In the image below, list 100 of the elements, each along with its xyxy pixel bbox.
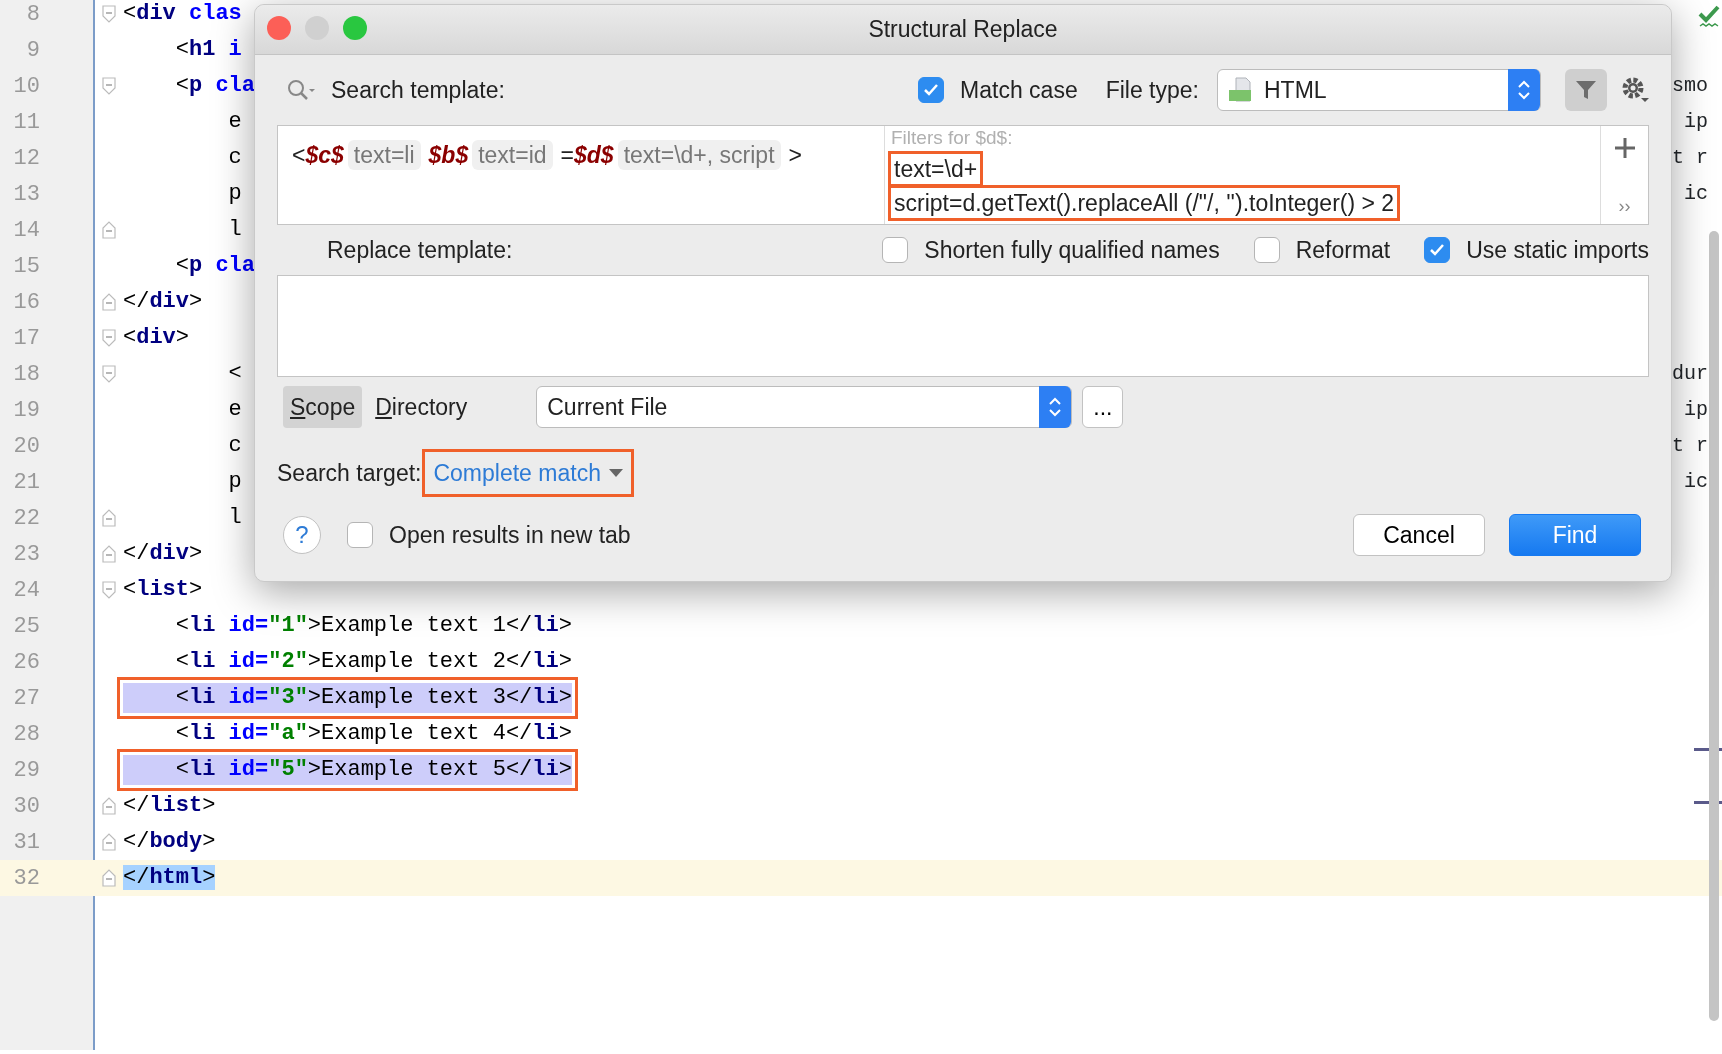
checkbox[interactable] — [1253, 237, 1280, 263]
code-fragment: dur — [1672, 361, 1708, 387]
line-number: 23 — [12, 540, 40, 569]
filter-button[interactable] — [1565, 69, 1607, 111]
scope-tab[interactable]: Scope — [283, 385, 363, 429]
line-number: 13 — [12, 180, 40, 209]
code-line: <div clas — [123, 0, 242, 28]
code-line: <h1 i — [174, 36, 242, 64]
fold-marker-icon[interactable] — [102, 833, 116, 851]
line-number: 31 — [12, 828, 40, 857]
filter-icon — [1575, 79, 1597, 101]
line-number: 14 — [12, 216, 40, 245]
code-line: c — [227, 144, 242, 172]
checkmark-icon — [923, 83, 940, 97]
line-number: 19 — [12, 396, 40, 425]
stepper-icon — [1516, 79, 1532, 101]
checkmark-icon — [1429, 243, 1446, 257]
fold-marker-icon[interactable] — [102, 221, 116, 239]
find-button[interactable]: Find — [1509, 514, 1641, 556]
code-line: <p cla — [174, 72, 256, 100]
line-number: 22 — [12, 504, 40, 533]
line-number: 17 — [12, 324, 40, 353]
code-line: </list> — [123, 792, 216, 820]
window-title: Structural Replace — [868, 15, 1058, 45]
file-type-dropdown[interactable]: HTML — [1217, 69, 1541, 111]
code-line: < — [227, 360, 242, 388]
cancel-button[interactable]: Cancel — [1353, 514, 1485, 556]
line-number: 10 — [12, 72, 40, 101]
code-line: p — [227, 180, 242, 208]
checkbox-label: Open results in new tab — [389, 520, 631, 550]
field-label: Search template: — [331, 75, 505, 105]
line-number: 27 — [12, 684, 40, 713]
checkbox-label: Shorten fully qualified names — [924, 235, 1220, 265]
checkbox[interactable] — [347, 522, 373, 548]
line-number: 18 — [12, 360, 40, 389]
line-number: 26 — [12, 648, 40, 677]
search-icon[interactable] — [287, 79, 315, 101]
field-label: Search target: — [277, 458, 422, 488]
scope-dropdown[interactable]: Current File — [536, 386, 1073, 428]
checkmark-icon — [1698, 4, 1720, 28]
fold-marker-icon[interactable] — [102, 581, 116, 599]
fold-marker-icon[interactable] — [102, 5, 116, 23]
line-number: 16 — [12, 288, 40, 317]
code-line: e — [227, 108, 242, 136]
fold-marker-icon[interactable] — [102, 869, 116, 887]
code-fragment: ip — [1684, 109, 1708, 135]
line-number: 9 — [25, 36, 40, 65]
checkbox-label: Match case — [960, 75, 1078, 105]
code-line: l — [227, 216, 242, 244]
replace-template-field[interactable] — [277, 275, 1649, 377]
code-line: l — [227, 504, 242, 532]
zoom-window-button[interactable] — [343, 16, 367, 40]
code-fragment: t r — [1672, 145, 1708, 171]
checkbox-label: Reformat — [1295, 235, 1391, 265]
code-fragment: ic — [1684, 469, 1708, 495]
line-number: 8 — [25, 0, 40, 29]
settings-icon[interactable] — [1621, 76, 1649, 104]
line-number: 21 — [12, 468, 40, 497]
code-line: <p cla — [174, 252, 256, 280]
checkbox[interactable] — [918, 77, 945, 103]
code-fragment: t r — [1672, 433, 1708, 459]
html-file-icon — [1228, 77, 1252, 103]
minimize-window-button[interactable] — [305, 16, 329, 40]
code-line: <li id="a">Example text 4</li> — [174, 720, 572, 748]
code-line: p — [227, 468, 242, 496]
close-window-button[interactable] — [267, 16, 291, 40]
code-fragment: ip — [1684, 397, 1708, 423]
scrollbar-thumb[interactable] — [1709, 231, 1719, 1021]
code-line: c — [227, 432, 242, 460]
line-number: 11 — [12, 108, 40, 137]
checkbox[interactable] — [1424, 237, 1451, 263]
line-number: 28 — [12, 720, 40, 749]
checkbox-label: Use static imports — [1466, 235, 1649, 265]
fold-marker-icon[interactable] — [102, 797, 116, 815]
code-line: </div> — [123, 288, 203, 316]
fold-marker-icon[interactable] — [102, 365, 116, 383]
browse-button[interactable]: ... — [1082, 386, 1124, 428]
line-number: 20 — [12, 432, 40, 461]
search-target-dropdown[interactable]: Complete match — [429, 455, 627, 491]
code-fragment: ic — [1684, 181, 1708, 207]
code-fragment: smo — [1672, 73, 1708, 99]
line-number: 25 — [12, 612, 40, 641]
help-button[interactable]: ? — [283, 516, 321, 554]
code-line: <li id="1">Example text 1</li> — [174, 612, 572, 640]
code-line: <li id="2">Example text 2</li> — [174, 648, 572, 676]
line-number: 30 — [12, 792, 40, 821]
fold-marker-icon[interactable] — [102, 293, 116, 311]
checkbox[interactable] — [882, 237, 909, 263]
line-number: 24 — [12, 576, 40, 605]
line-number: 29 — [12, 756, 40, 785]
line-number: 32 — [12, 864, 40, 893]
field-label: File type: — [1105, 75, 1199, 105]
code-line: <div> — [123, 324, 189, 352]
fold-marker-icon[interactable] — [102, 509, 116, 527]
fold-marker-icon[interactable] — [102, 77, 116, 95]
field-label: Replace template: — [326, 235, 514, 265]
fold-marker-icon[interactable] — [102, 329, 116, 347]
scope-tab[interactable]: Directory — [368, 385, 475, 429]
line-number: 15 — [12, 252, 40, 281]
fold-marker-icon[interactable] — [102, 545, 116, 563]
